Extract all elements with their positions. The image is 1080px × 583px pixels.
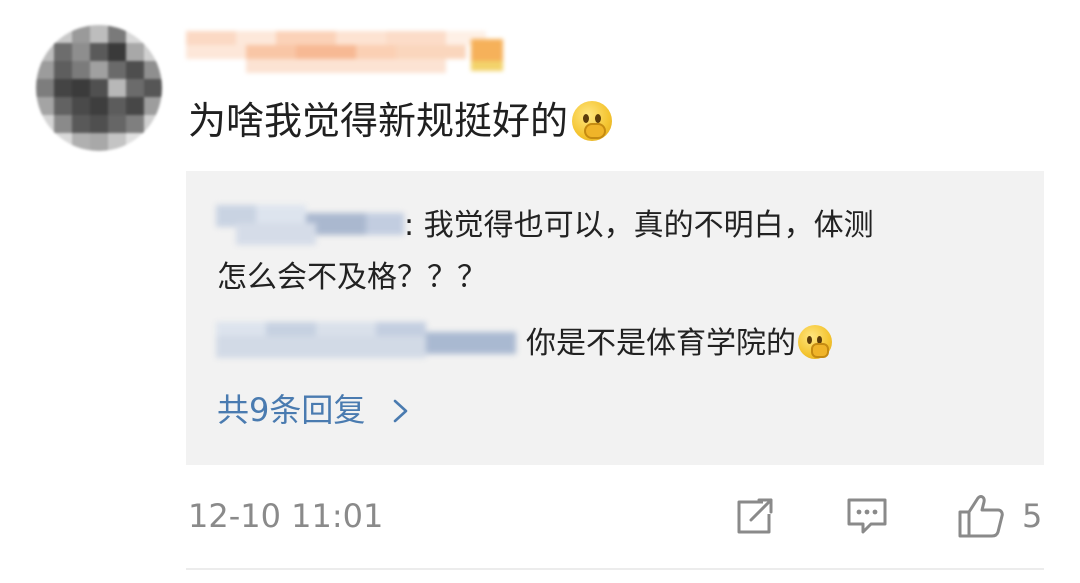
view-all-replies-link[interactable]: 共9条回复 bbox=[217, 388, 412, 432]
divider bbox=[186, 568, 1044, 570]
reply-username[interactable] bbox=[216, 205, 406, 245]
comment-username[interactable] bbox=[186, 25, 526, 73]
reply-text: 你是不是体育学院的 bbox=[526, 318, 832, 370]
thinking-emoji-icon bbox=[572, 101, 613, 141]
thinking-emoji-icon bbox=[798, 325, 832, 359]
view-all-replies-label: 共9条回复 bbox=[217, 391, 366, 429]
avatar[interactable] bbox=[36, 25, 162, 151]
comment-text: 为啥我觉得新规挺好的 bbox=[188, 95, 613, 147]
comment-body: 为啥我觉得新规挺好的 bbox=[188, 99, 569, 143]
reply-body: 你是不是体育学院的 bbox=[526, 326, 796, 361]
thumbs-up-icon bbox=[958, 495, 1004, 538]
share-button[interactable] bbox=[733, 492, 777, 540]
reply-text-line1: : 我觉得也可以，真的不明白，体测 bbox=[404, 208, 874, 243]
chevron-right-icon bbox=[393, 399, 407, 423]
reply-text-line2: 怎么会不及格？？？ bbox=[217, 260, 487, 295]
comment-timestamp: 12-10 11:01 bbox=[188, 497, 384, 535]
like-count: 5 bbox=[1022, 497, 1043, 535]
share-icon bbox=[737, 498, 773, 534]
reply-username[interactable] bbox=[216, 322, 520, 362]
like-button[interactable] bbox=[956, 492, 1006, 540]
comment-button[interactable] bbox=[845, 492, 889, 540]
comment-icon bbox=[847, 498, 887, 534]
